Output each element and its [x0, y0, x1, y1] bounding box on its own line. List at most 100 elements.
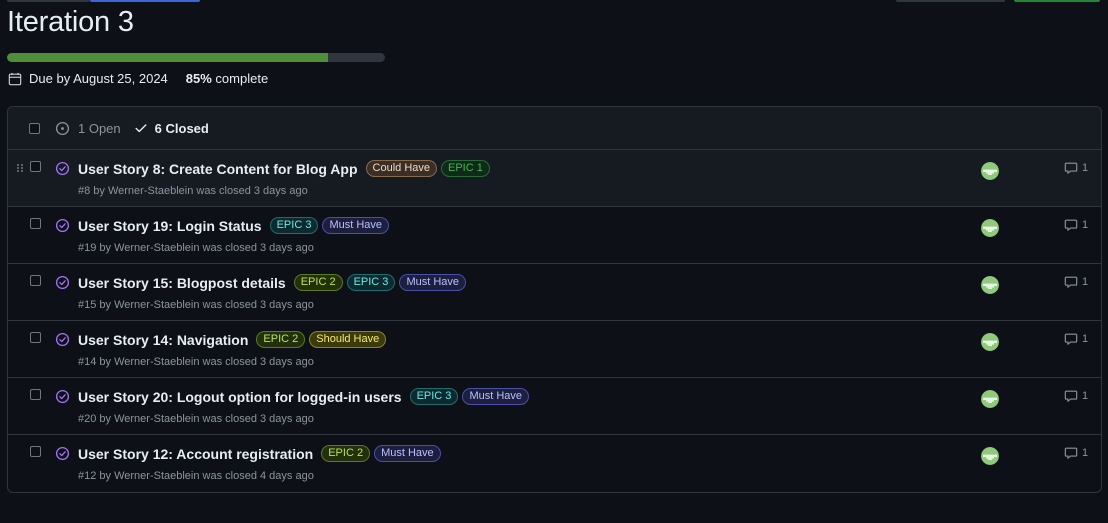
- issue-checkbox[interactable]: [30, 446, 41, 457]
- issues-list-header: 1 Open 6 Closed: [8, 107, 1101, 150]
- assignee-avatar[interactable]: [981, 276, 999, 294]
- issue-meta: #20 by Werner-Staeblein was closed 3 day…: [78, 413, 314, 425]
- issue-label[interactable]: EPIC 3: [269, 217, 319, 234]
- completion-percent: 85%: [185, 71, 212, 86]
- assignee-avatar[interactable]: [981, 447, 999, 465]
- top-tab-indicator: [7, 0, 90, 2]
- issue-title-line: User Story 8: Create Content for Blog Ap…: [78, 160, 490, 177]
- open-count-label: 1 Open: [78, 120, 121, 136]
- comments-link[interactable]: 1: [1064, 275, 1088, 289]
- comments-link[interactable]: 1: [1064, 389, 1088, 403]
- edit-milestone-button-edge[interactable]: [896, 0, 1005, 2]
- comment-icon: [1064, 219, 1078, 231]
- issue-title-line: User Story 15: Blogpost details EPIC 2 EP…: [78, 274, 467, 291]
- issue-closed-icon: [55, 446, 70, 461]
- issue-checkbox[interactable]: [30, 218, 41, 229]
- comments-link[interactable]: 1: [1064, 332, 1088, 346]
- issue-label[interactable]: Could Have: [365, 160, 437, 177]
- closed-issues-tab[interactable]: 6 Closed: [134, 121, 209, 136]
- issue-checkbox[interactable]: [30, 332, 41, 343]
- completion-suffix: complete: [211, 71, 269, 86]
- issue-title-link[interactable]: User Story 14: Navigation: [78, 332, 248, 348]
- issue-rows: User Story 8: Create Content for Blog Ap…: [8, 150, 1101, 491]
- issue-closed-icon: [55, 332, 70, 347]
- issue-label[interactable]: EPIC 2: [293, 274, 343, 291]
- milestone-progress-bar: [7, 53, 385, 62]
- calendar-icon: [8, 72, 22, 85]
- assignee-avatar[interactable]: [981, 333, 999, 351]
- issue-meta: #12 by Werner-Staeblein was closed 4 day…: [78, 470, 314, 482]
- completion-text: 85% complete: [186, 71, 268, 86]
- issues-list: 1 Open 6 Closed User Story 8: Create Con…: [7, 106, 1102, 493]
- due-date: Due by August 25, 2024: [29, 71, 168, 86]
- issue-title-line: User Story 14: Navigation EPIC 2 Should H…: [78, 331, 387, 348]
- issue-row[interactable]: User Story 19: Login Status EPIC 3 Must H…: [8, 207, 1101, 264]
- avatar-icon: [981, 333, 999, 351]
- issue-label[interactable]: EPIC 2: [256, 331, 306, 348]
- issue-meta: #19 by Werner-Staeblein was closed 3 day…: [78, 242, 314, 254]
- avatar-icon: [981, 219, 999, 237]
- comment-icon: [1064, 447, 1078, 459]
- avatar-icon: [981, 390, 999, 408]
- milestone-title: Iteration 3: [7, 6, 134, 38]
- issue-checkbox[interactable]: [30, 389, 41, 400]
- issue-label[interactable]: Must Have: [462, 388, 530, 405]
- comments-link[interactable]: 1: [1064, 161, 1088, 175]
- issue-label[interactable]: Must Have: [322, 217, 390, 234]
- issue-closed-icon: [55, 218, 70, 233]
- issue-label[interactable]: EPIC 2: [321, 445, 371, 462]
- comments-link[interactable]: 1: [1064, 446, 1088, 460]
- issue-closed-icon: [55, 389, 70, 404]
- drag-handle-icon[interactable]: [17, 164, 23, 172]
- issue-title-link[interactable]: User Story 19: Login Status: [78, 218, 262, 234]
- assignee-avatar[interactable]: [981, 162, 999, 180]
- issue-meta: #8 by Werner-Staeblein was closed 3 days…: [78, 185, 308, 197]
- issue-row[interactable]: User Story 14: Navigation EPIC 2 Should H…: [8, 321, 1101, 378]
- issue-title-line: User Story 19: Login Status EPIC 3 Must H…: [78, 217, 390, 234]
- comment-count: 1: [1082, 390, 1089, 402]
- comment-icon: [1064, 162, 1078, 174]
- issue-title-link[interactable]: User Story 20: Logout option for logged-…: [78, 389, 402, 405]
- issue-row[interactable]: User Story 15: Blogpost details EPIC 2 EP…: [8, 264, 1101, 321]
- select-all-checkbox[interactable]: [29, 122, 40, 134]
- comment-count: 1: [1082, 219, 1089, 231]
- top-tab-indicator-active: [90, 0, 200, 2]
- issue-row[interactable]: User Story 8: Create Content for Blog Ap…: [8, 150, 1101, 207]
- issue-meta: #15 by Werner-Staeblein was closed 3 day…: [78, 299, 314, 311]
- issue-title-link[interactable]: User Story 12: Account registration: [78, 446, 313, 462]
- comment-count: 1: [1082, 447, 1089, 459]
- assignee-avatar[interactable]: [981, 219, 999, 237]
- issue-label[interactable]: Must Have: [399, 274, 467, 291]
- issue-title-link[interactable]: User Story 8: Create Content for Blog Ap…: [78, 161, 358, 177]
- comment-count: 1: [1082, 162, 1089, 174]
- comment-icon: [1064, 390, 1078, 402]
- issue-row[interactable]: User Story 20: Logout option for logged-…: [8, 378, 1101, 435]
- comment-count: 1: [1082, 333, 1089, 345]
- open-issues-tab[interactable]: 1 Open: [55, 121, 121, 136]
- issue-label[interactable]: EPIC 3: [346, 274, 396, 291]
- issue-label[interactable]: Should Have: [309, 331, 387, 348]
- avatar-icon: [981, 276, 999, 294]
- issue-closed-icon: [55, 161, 70, 176]
- comment-count: 1: [1082, 276, 1089, 288]
- issue-title-line: User Story 20: Logout option for logged-…: [78, 388, 530, 405]
- issue-checkbox[interactable]: [30, 161, 41, 172]
- comments-link[interactable]: 1: [1064, 218, 1088, 232]
- issue-title-line: User Story 12: Account registration EPIC…: [78, 445, 441, 462]
- avatar-icon: [981, 162, 999, 180]
- comment-icon: [1064, 333, 1078, 345]
- issue-meta: #14 by Werner-Staeblein was closed 3 day…: [78, 356, 314, 368]
- issue-label[interactable]: EPIC 1: [441, 160, 490, 177]
- comment-icon: [1064, 276, 1078, 288]
- issue-title-link[interactable]: User Story 15: Blogpost details: [78, 275, 286, 291]
- issue-label[interactable]: Must Have: [374, 445, 441, 462]
- assignee-avatar[interactable]: [981, 390, 999, 408]
- avatar-icon: [981, 447, 999, 465]
- milestone-meta: Due by August 25, 2024 85% complete: [8, 71, 268, 86]
- milestone-progress-fill: [7, 53, 329, 62]
- issue-row[interactable]: User Story 12: Account registration EPIC…: [8, 435, 1101, 491]
- issue-label[interactable]: EPIC 3: [409, 388, 459, 405]
- issue-checkbox[interactable]: [30, 275, 41, 286]
- new-issue-button-edge[interactable]: [1014, 0, 1100, 2]
- check-icon: [135, 124, 147, 133]
